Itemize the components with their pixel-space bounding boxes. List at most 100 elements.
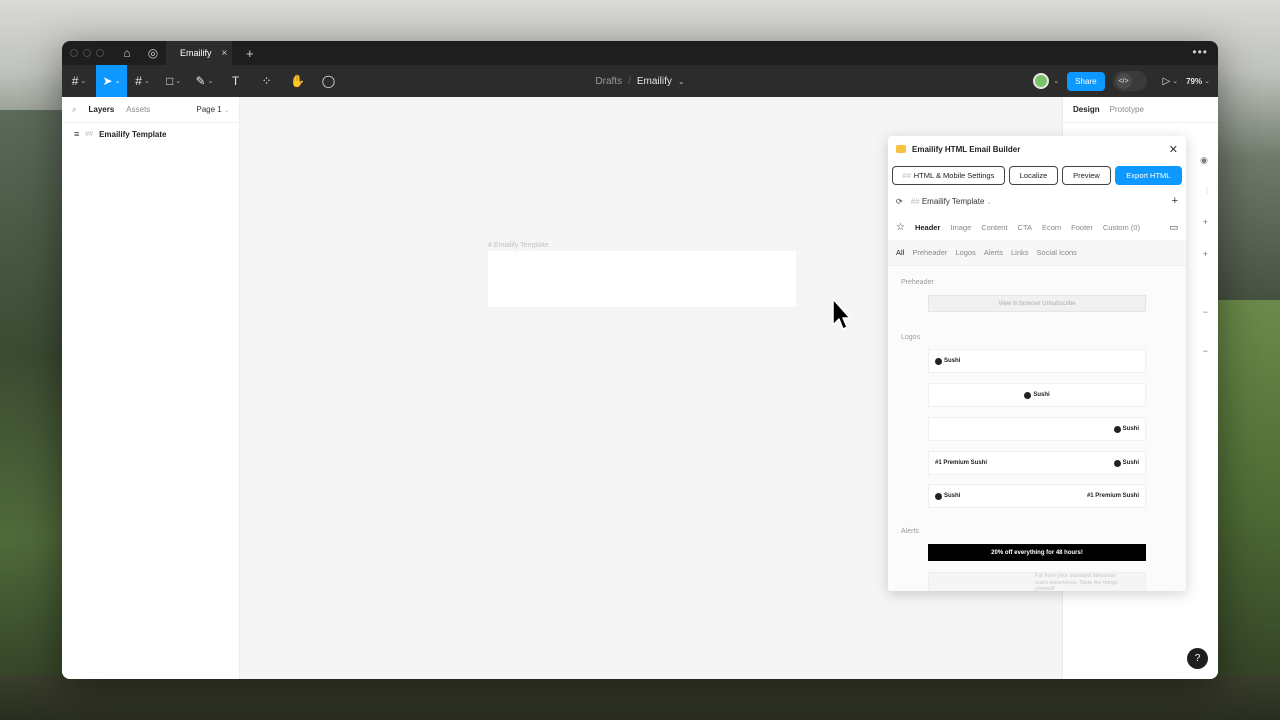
home-icon[interactable]: ⌂ (114, 46, 140, 60)
minus-icon[interactable]: − (1203, 346, 1208, 356)
resources-tool-button[interactable]: ⁘ (251, 65, 282, 97)
logo-text: Sushi (1122, 426, 1139, 432)
logo-text: Sushi (1033, 392, 1050, 398)
tab-emailify[interactable]: Emailify × (166, 41, 232, 65)
subtab-links[interactable]: Links (1011, 248, 1029, 257)
close-icon[interactable]: × (222, 48, 228, 59)
breadcrumb-drafts[interactable]: Drafts (595, 76, 622, 87)
subtab-preheader[interactable]: Preheader (912, 248, 947, 257)
html-mobile-settings-button[interactable]: ## HTML & Mobile Settings (892, 165, 1005, 185)
alert-block[interactable]: 20% off everything for 48 hours! (928, 544, 1146, 561)
tab-footer[interactable]: Footer (1071, 223, 1093, 232)
tab-image[interactable]: Image (950, 223, 971, 232)
hand-tool-button[interactable]: ✋ (282, 65, 313, 97)
sushi-logo: Sushi (1024, 391, 1050, 399)
chevron-down-icon[interactable]: ⌄ (678, 77, 685, 86)
email-template-frame[interactable] (488, 251, 796, 307)
export-html-button[interactable]: Export HTML (1114, 165, 1182, 185)
plugin-header: Emailify HTML Email Builder ✕ (888, 136, 1186, 162)
frame-label[interactable]: # Emailify Template (488, 242, 549, 249)
sushi-logo: Sushi (1113, 425, 1139, 433)
zoom-window-button[interactable] (96, 49, 104, 57)
tab-prototype[interactable]: Prototype (1110, 105, 1144, 114)
breadcrumb-separator: / (628, 75, 631, 87)
chevron-down-icon[interactable]: ⌄ (1172, 77, 1178, 85)
globe-icon[interactable]: ◎ (140, 46, 166, 60)
subtab-alerts[interactable]: Alerts (984, 248, 1003, 257)
subtab-social-icons[interactable]: Social Icons (1037, 248, 1077, 257)
breadcrumb: Drafts / Emailify ⌄ (595, 76, 684, 87)
logo-block-text-right[interactable]: Sushi #1 Premium Sushi (928, 484, 1146, 508)
text-icon: T (231, 74, 240, 88)
breadcrumb-file-name[interactable]: Emailify (637, 76, 672, 87)
logo-block-text-left[interactable]: #1 Premium Sushi Sushi (928, 451, 1146, 475)
toolbar-right: ⌄ Share </> ▷ ⌄ 79% ⌄ (1033, 65, 1210, 97)
chevron-down-icon[interactable]: ⌄ (1053, 77, 1059, 85)
more-options-icon[interactable]: ••• (1192, 45, 1208, 59)
chevron-down-icon[interactable]: ⌄ (1204, 77, 1210, 85)
search-icon[interactable]: ⌕ (72, 105, 76, 115)
subtab-all[interactable]: All (896, 248, 904, 257)
figma-logo-icon: # (71, 74, 79, 88)
frame-tool-button[interactable]: # ⌄ (127, 65, 158, 97)
button-label: HTML & Mobile Settings (913, 170, 995, 180)
right-panel-tabs: Design Prototype (1063, 97, 1218, 123)
eye-icon[interactable]: ◉ (1200, 155, 1208, 166)
premium-text: #1 Premium Sushi (1086, 493, 1139, 499)
alert-text: 20% off everything for 48 hours! (991, 549, 1083, 556)
close-window-button[interactable] (70, 49, 78, 57)
move-tool-button[interactable]: ➤ ⌄ (96, 65, 127, 97)
help-button[interactable]: ? (1187, 648, 1208, 669)
alert-secondary-text: Far from your standard takeaway sushi ex… (1035, 573, 1118, 591)
dev-mode-toggle[interactable]: </> (1112, 71, 1147, 91)
close-icon[interactable]: ✕ (1169, 143, 1178, 156)
tab-assets[interactable]: Assets (126, 105, 150, 114)
tab-ecom[interactable]: Ecom (1042, 223, 1061, 232)
section-label-alerts: Alerts (901, 528, 919, 535)
pen-tool-button[interactable]: ✎ ⌄ (189, 65, 220, 97)
book-icon[interactable]: ▭ (1169, 222, 1178, 233)
page-selector-label: Page 1 (196, 105, 222, 114)
star-icon[interactable]: ☆ (896, 222, 905, 233)
alert-block-secondary[interactable]: Far from your standard takeaway sushi ex… (928, 572, 1146, 591)
share-button[interactable]: Share (1067, 71, 1105, 91)
tab-layers[interactable]: Layers (88, 105, 114, 114)
avatar[interactable] (1033, 73, 1050, 89)
logo-block-right[interactable]: Sushi (928, 417, 1146, 441)
adjust-icon[interactable]: ⫶ (1206, 186, 1208, 197)
refresh-icon[interactable]: ⟳ (896, 197, 903, 206)
hand-icon: ✋ (290, 74, 305, 88)
comment-tool-button[interactable]: ◯ (313, 65, 344, 97)
premium-text: #1 Premium Sushi (935, 460, 988, 466)
window-controls (70, 49, 104, 57)
mouse-cursor-icon (832, 298, 851, 330)
plugin-title: Emailify HTML Email Builder (912, 144, 1021, 154)
plus-icon[interactable]: + (1203, 249, 1208, 259)
minus-icon[interactable]: − (1203, 307, 1208, 317)
present-play-icon[interactable]: ▷ (1163, 76, 1171, 87)
frame-icon: # (135, 74, 142, 88)
plus-icon[interactable]: + (1203, 217, 1208, 227)
sushi-logo: Sushi (1113, 459, 1139, 467)
add-template-button[interactable]: + (1172, 195, 1178, 207)
subtab-logos[interactable]: Logos (955, 248, 975, 257)
new-tab-button[interactable]: + (246, 46, 254, 61)
tab-design[interactable]: Design (1073, 105, 1100, 114)
tab-content[interactable]: Content (981, 223, 1007, 232)
main-menu-button[interactable]: # ⌄ (62, 65, 96, 97)
layer-row[interactable]: ≡ ## Emailify Template (62, 123, 239, 145)
tab-cta[interactable]: CTA (1018, 223, 1032, 232)
tab-custom[interactable]: Custom (0) (1103, 223, 1140, 232)
template-selector[interactable]: ## Emailify Template ⌄ (911, 197, 992, 206)
zoom-level[interactable]: 79% (1186, 77, 1202, 86)
page-selector[interactable]: Page 1 ⌄ (196, 105, 229, 114)
preheader-block[interactable]: View in browser Unsubscribe (928, 295, 1146, 312)
minimize-window-button[interactable] (83, 49, 91, 57)
tab-header[interactable]: Header (915, 223, 940, 232)
text-tool-button[interactable]: T (220, 65, 251, 97)
logo-block-left[interactable]: Sushi (928, 349, 1146, 373)
logo-block-center[interactable]: Sushi (928, 383, 1146, 407)
shape-tool-button[interactable]: □ ⌄ (158, 65, 189, 97)
localize-button[interactable]: Localize (1008, 165, 1059, 185)
preview-button[interactable]: Preview (1062, 165, 1111, 185)
